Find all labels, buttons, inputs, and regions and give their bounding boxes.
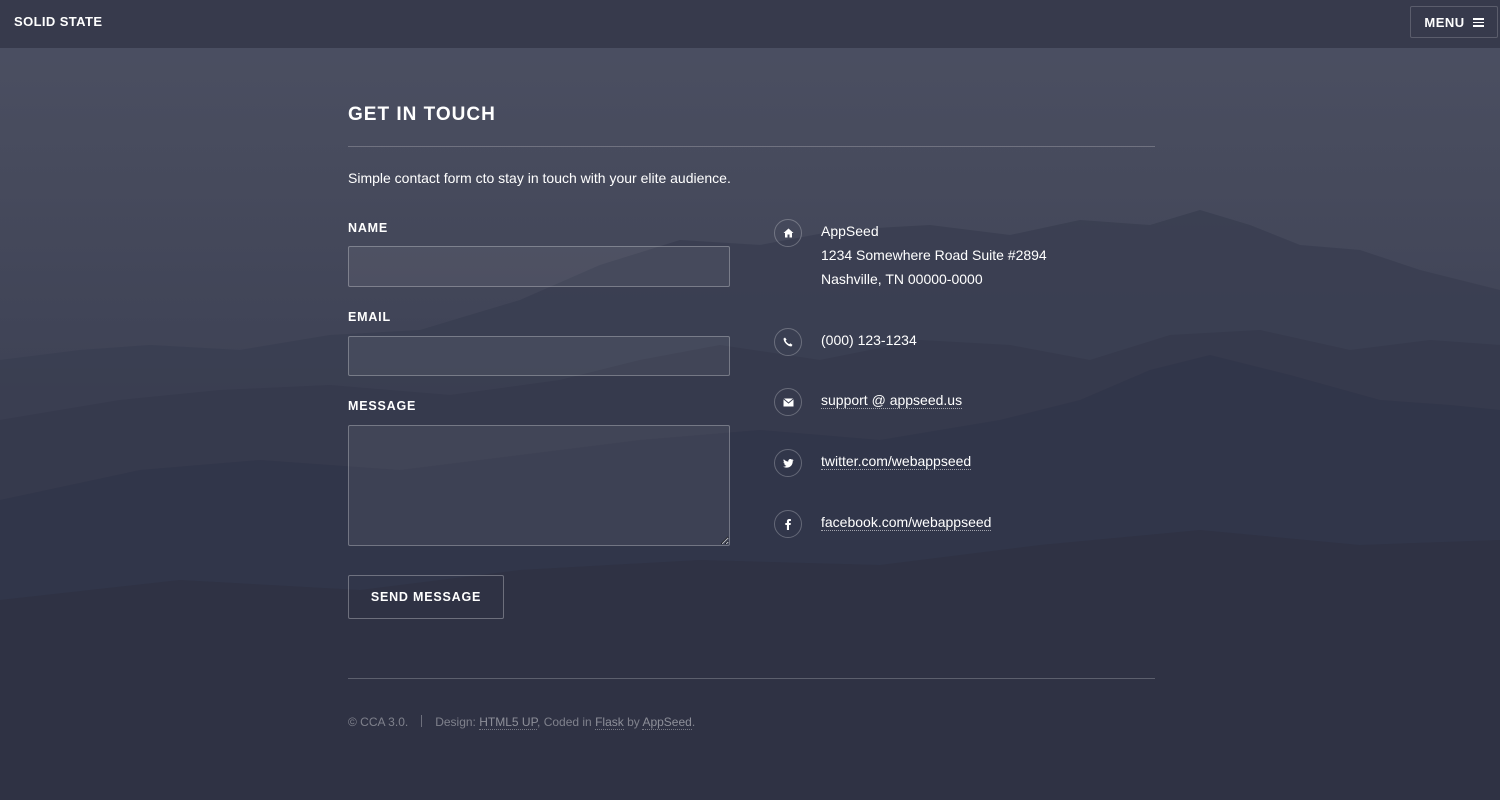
email-link[interactable]: support @ appseed.us — [821, 392, 963, 409]
footer-separator — [421, 715, 423, 727]
envelope-icon — [774, 388, 802, 416]
footer-divider — [348, 678, 1155, 679]
email-label: EMAIL — [348, 310, 391, 324]
footer-copyright: © CCA 3.0. Design: HTML5 UP, Coded in Fla… — [348, 714, 695, 730]
menu-button[interactable]: MENU — [1410, 6, 1498, 38]
message-label: MESSAGE — [348, 399, 417, 413]
html5up-link[interactable]: HTML5 UP — [479, 715, 538, 730]
section-subtitle: Simple contact form cto stay in touch wi… — [348, 170, 731, 186]
facebook-icon — [774, 510, 802, 538]
address-line1: 1234 Somewhere Road Suite #2894 — [821, 247, 1047, 263]
message-textarea[interactable] — [348, 425, 730, 546]
phone-icon — [774, 328, 802, 356]
phone-text: (000) 123-1234 — [821, 332, 917, 348]
background-mountains-image — [0, 0, 1500, 800]
hamburger-icon — [1472, 17, 1484, 27]
title-divider — [348, 146, 1155, 147]
address-line2: Nashville, TN 00000-0000 — [821, 271, 983, 287]
appseed-link[interactable]: AppSeed — [642, 715, 692, 730]
name-input[interactable] — [348, 246, 730, 287]
top-header: SOLID STATE MENU — [0, 0, 1500, 48]
section-title: GET IN TOUCH — [348, 104, 496, 125]
menu-button-label: MENU — [1424, 14, 1465, 30]
twitter-icon — [774, 449, 802, 477]
email-input[interactable] — [348, 336, 730, 376]
address-text: AppSeed 1234 Somewhere Road Suite #2894 … — [821, 219, 1047, 291]
coded-prefix: , Coded in — [537, 715, 596, 729]
facebook-link[interactable]: facebook.com/webappseed — [821, 514, 992, 531]
design-prefix: Design: — [435, 715, 480, 729]
flask-link[interactable]: Flask — [595, 715, 624, 730]
send-message-button[interactable]: SEND MESSAGE — [348, 575, 504, 619]
address-company: AppSeed — [821, 223, 879, 239]
home-icon — [774, 219, 802, 247]
copyright-text: © CCA 3.0. — [348, 715, 409, 729]
site-logo[interactable]: SOLID STATE — [14, 14, 102, 30]
name-label: NAME — [348, 221, 389, 235]
twitter-link[interactable]: twitter.com/webappseed — [821, 453, 972, 470]
by-prefix: by — [623, 715, 643, 729]
footer-suffix: . — [691, 715, 696, 729]
